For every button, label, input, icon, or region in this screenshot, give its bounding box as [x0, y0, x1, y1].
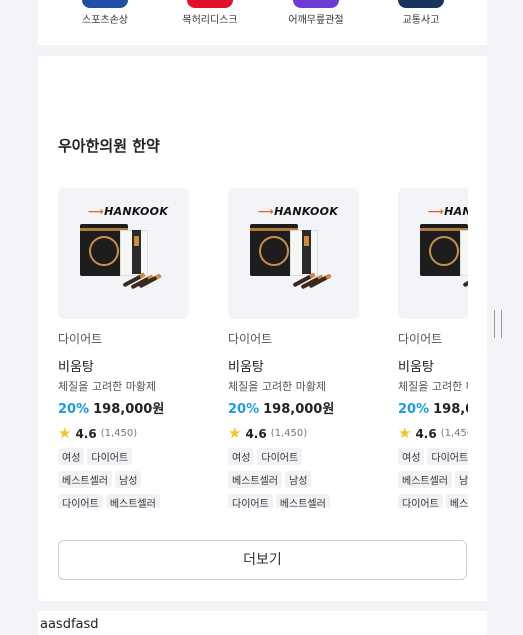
product-tag[interactable]: 남성 — [455, 471, 468, 488]
product-description: 체질을 고려한 마황제 — [228, 380, 327, 393]
traffic-accident-icon — [398, 0, 444, 8]
category-label: 목허리디스크 — [182, 15, 238, 26]
product-bottle — [132, 230, 141, 274]
product-tag[interactable]: 베스트셀러 — [105, 494, 160, 508]
category-row: 스포츠손상 목허리디스크 어깨무릎관절 교통사고 — [38, 0, 487, 45]
more-button[interactable]: 더보기 — [58, 540, 467, 580]
product-image[interactable]: ⟶Hankook — [58, 188, 189, 319]
product-name[interactable]: 비움탕 — [58, 356, 189, 375]
product-tag[interactable]: 베스트셀러 — [58, 471, 112, 488]
product-image[interactable]: ⟶Hankook — [398, 188, 468, 319]
shoulder-knee-icon — [293, 0, 339, 8]
review-count: (1,450) — [270, 428, 308, 439]
product-card[interactable]: ⟶Hankook 다이어트 비움탕 체질을 고려한 마황제 20%198,000… — [58, 188, 189, 508]
discount-rate: 20% — [228, 402, 260, 417]
footer-divider — [38, 601, 487, 611]
product-description: 체질을 고려한 마황제 — [58, 380, 157, 393]
price-value: 198,000원 — [263, 402, 335, 417]
product-price: 20%198,000원 — [228, 398, 359, 417]
star-icon: ★ — [228, 424, 242, 442]
product-tag[interactable]: 다이어트 — [398, 494, 443, 508]
product-tag[interactable]: 남성 — [115, 471, 142, 488]
rating-score: 4.6 — [75, 426, 97, 441]
category-sports-injury[interactable]: 스포츠손상 — [60, 0, 150, 26]
product-tag[interactable]: 베스트셀러 — [445, 494, 468, 508]
product-tag[interactable]: 여성 — [58, 448, 85, 465]
star-icon: ★ — [58, 424, 72, 442]
section-divider — [38, 45, 487, 56]
product-description: 체질을 고려한 마황제 — [398, 380, 468, 393]
discount-rate: 20% — [58, 402, 90, 417]
product-tags: 여성다이어트베스트셀러남성다이어트베스트셀러 — [398, 446, 468, 508]
product-rating: ★ 4.6 (1,450) — [228, 426, 359, 441]
product-rating: ★ 4.6 (1,450) — [398, 426, 468, 441]
product-sticks — [292, 270, 332, 290]
footer-text: aasdfasd — [40, 617, 99, 632]
product-rating: ★ 4.6 (1,450) — [58, 426, 189, 441]
product-tag[interactable]: 다이어트 — [257, 448, 303, 465]
product-sticks — [122, 270, 162, 290]
product-tag[interactable]: 다이어트 — [228, 494, 273, 508]
category-neck-back-disc[interactable]: 목허리디스크 — [165, 0, 255, 26]
product-price: 20%198,000원 — [58, 398, 189, 417]
section-title: 우아한의원 한약 — [58, 137, 160, 155]
product-sticks — [462, 270, 468, 288]
product-bottle — [302, 230, 311, 274]
product-card[interactable]: ⟶Hankook 다이어트 비움탕 체질을 고려한 마황제 20%198,000… — [398, 188, 468, 508]
product-tag[interactable]: 베스트셀러 — [275, 494, 330, 508]
brand-logo-text: Hankook — [104, 205, 169, 218]
product-tag[interactable]: 남성 — [285, 471, 312, 488]
product-tag[interactable]: 다이어트 — [427, 448, 468, 465]
product-tags: 여성다이어트베스트셀러남성다이어트베스트셀러 — [228, 446, 359, 508]
scrollbar-handle[interactable] — [494, 310, 502, 338]
product-category: 다이어트 — [228, 332, 273, 346]
product-tag[interactable]: 베스트셀러 — [398, 471, 452, 488]
product-tag[interactable]: 다이어트 — [87, 448, 133, 465]
product-image[interactable]: ⟶Hankook — [228, 188, 359, 319]
brand-logo: ⟶Hankook — [258, 205, 339, 218]
product-tag[interactable]: 다이어트 — [58, 494, 103, 508]
category-label: 스포츠손상 — [82, 15, 128, 26]
price-value: 198,000원 — [93, 402, 165, 417]
star-icon: ★ — [398, 424, 412, 442]
discount-rate: 20% — [398, 402, 430, 417]
product-category: 다이어트 — [398, 332, 443, 346]
category-label: 교통사고 — [402, 15, 440, 26]
product-tag[interactable]: 여성 — [398, 448, 425, 465]
product-name[interactable]: 비움탕 — [228, 356, 359, 375]
brand-logo: ⟶Hankook — [88, 205, 169, 218]
price-value: 198,000원 — [433, 402, 468, 417]
product-carousel[interactable]: ⟶Hankook 다이어트 비움탕 체질을 고려한 마황제 20% 198,000… — [58, 188, 468, 508]
product-card[interactable]: ⟶Hankook 다이어트 비움탕 체질을 고려한 마황제 20%198,000… — [228, 188, 359, 508]
brand-logo-text: Hankook — [444, 205, 468, 218]
category-shoulder-knee[interactable]: 어깨무릎관절 — [271, 0, 361, 26]
product-tag[interactable]: 베스트셀러 — [228, 471, 282, 488]
review-count: (1,450) — [100, 428, 138, 439]
category-traffic-accident[interactable]: 교통사고 — [376, 0, 466, 26]
sports-injury-icon — [82, 0, 128, 8]
product-tags: 여성다이어트베스트셀러남성다이어트베스트셀러 — [58, 446, 189, 508]
rating-score: 4.6 — [415, 426, 437, 441]
rating-score: 4.6 — [245, 426, 267, 441]
product-price: 20%198,000원 — [398, 398, 468, 417]
category-label: 어깨무릎관절 — [288, 15, 344, 26]
brand-logo: ⟶Hankook — [428, 205, 468, 218]
brand-logo-text: Hankook — [274, 205, 339, 218]
page-container: 스포츠손상 목허리디스크 어깨무릎관절 교통사고 우아한의원 한약 ⟶Hanko… — [38, 0, 487, 635]
product-name[interactable]: 비움탕 — [398, 356, 468, 375]
product-category: 다이어트 — [58, 332, 103, 346]
review-count: (1,450) — [440, 428, 468, 439]
product-tag[interactable]: 여성 — [228, 448, 255, 465]
neck-back-disc-icon — [187, 0, 233, 8]
